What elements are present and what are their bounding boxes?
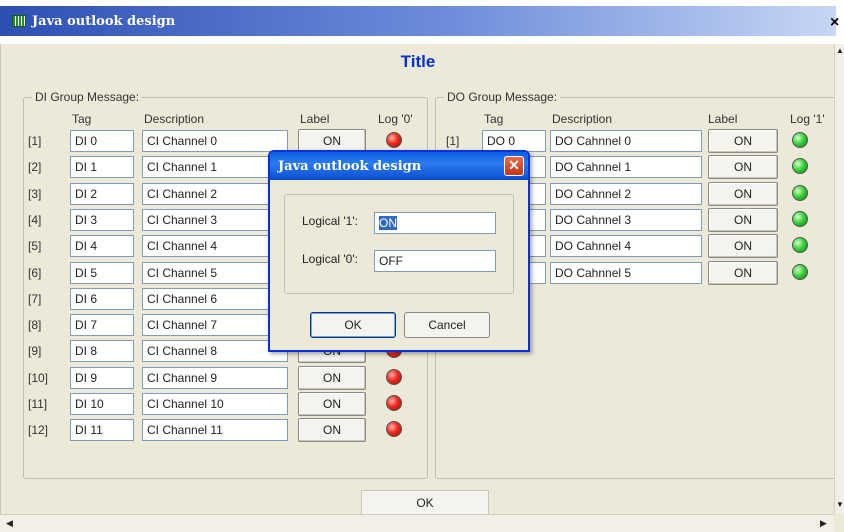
tag-field[interactable]: DI 3 [70,208,134,231]
scroll-up-icon[interactable]: ▲ [836,46,844,55]
description-field[interactable]: CI Channel 10 [142,393,288,415]
tag-field[interactable]: DI 7 [70,314,134,337]
tag-field[interactable]: DI 0 [70,130,134,152]
label-button[interactable]: ON [708,260,778,285]
red-led-icon [386,368,402,385]
description-field[interactable]: CI Channel 4 [142,235,288,258]
do-label-header: Label [708,112,738,126]
scroll-down-icon[interactable]: ▼ [836,500,844,509]
description-field[interactable]: DO Cahnnel 2 [550,182,702,205]
green-led-icon [792,210,808,227]
tag-field[interactable]: DI 10 [70,393,134,415]
label-button[interactable]: ON [298,418,366,443]
label-button[interactable]: ON [298,365,366,390]
tag-field[interactable]: DI 6 [70,287,134,310]
row-index: [4] [28,212,42,227]
label-button[interactable]: ON [708,234,778,259]
logical-0-label: Logical '0': [302,252,358,266]
row-index: [6] [28,265,42,280]
window-title: Java outlook design [32,14,176,29]
row-index: [3] [28,186,42,201]
description-field[interactable]: DO Cahnnel 5 [550,261,702,284]
description-field[interactable]: CI Channel 5 [142,261,288,284]
red-led-icon [386,395,402,411]
tag-field[interactable]: DI 4 [70,235,134,258]
tag-field[interactable]: DI 5 [70,261,134,284]
main-ok-button[interactable]: OK [361,490,489,516]
description-field[interactable]: DO Cahnnel 4 [550,235,702,258]
logical-0-input[interactable]: OFF [374,250,496,272]
window-titlebar: Java outlook design × [0,0,844,44]
vertical-scrollbar[interactable]: ▲ ▼ [834,44,844,514]
label-button[interactable]: ON [708,155,778,180]
row-index: [5] [28,239,42,254]
tag-field[interactable]: DI 1 [70,156,134,179]
row-index: [8] [28,318,42,333]
di-log-header: Log '0' [378,112,413,126]
logical-1-value: ON [379,216,397,230]
row-index: [2] [28,160,42,175]
tag-field[interactable]: DO 0 [482,130,546,152]
description-field[interactable]: CI Channel 11 [142,419,288,442]
green-led-icon [792,184,808,201]
description-field[interactable]: CI Channel 3 [142,208,288,231]
horizontal-scrollbar[interactable]: ◀ ▶ [0,514,834,532]
description-field[interactable]: DO Cahnnel 3 [550,208,702,231]
logical-1-label: Logical '1': [302,214,358,228]
row-index: [1] [28,134,42,148]
description-field[interactable]: CI Channel 6 [142,287,288,310]
green-led-icon [792,263,808,280]
row-index: [11] [28,397,48,411]
dialog-group-box [284,194,514,294]
di-description-header: Description [144,112,205,126]
description-field[interactable]: DO Cahnnel 1 [550,156,702,179]
scroll-left-icon[interactable]: ◀ [6,518,13,529]
di-tag-header: Tag [72,112,92,126]
description-field[interactable]: CI Channel 2 [142,182,288,205]
row-index: [12] [28,423,49,438]
do-description-header: Description [552,112,613,126]
close-icon[interactable]: × [830,14,839,32]
label-button[interactable]: ON [708,207,778,232]
scroll-right-icon[interactable]: ▶ [820,518,827,529]
do-group-legend: DO Group Message: [444,90,561,104]
dialog-titlebar: Java outlook design ✕ [270,152,528,180]
red-led-icon [386,132,402,148]
tag-field[interactable]: DI 8 [70,340,134,363]
label-button[interactable]: ON [708,129,778,153]
dialog-close-icon[interactable]: ✕ [504,156,524,176]
label-button[interactable]: ON [708,181,778,206]
dialog-cancel-button[interactable]: Cancel [404,312,490,338]
description-field[interactable]: DO Cahnnel 0 [550,130,702,152]
dialog-ok-button[interactable]: OK [310,312,396,338]
scrollbar-corner [834,514,844,532]
do-tag-header: Tag [484,112,504,126]
row-index: [7] [28,291,42,306]
page-title: Title [400,52,436,71]
green-led-icon [792,237,808,254]
logical-values-dialog: Java outlook design ✕ Logical '1': ON Lo… [268,150,530,352]
description-field[interactable]: CI Channel 8 [142,340,288,363]
di-label-header: Label [300,112,330,126]
tag-field[interactable]: DI 2 [70,182,134,205]
green-led-icon [792,132,808,148]
do-log-header: Log '1' [790,112,825,126]
tag-field[interactable]: DI 9 [70,366,134,389]
app-icon [12,15,26,27]
row-index: [1] [446,134,460,148]
row-index: [9] [28,344,42,359]
description-field[interactable]: CI Channel 7 [142,314,288,337]
di-group-legend: DI Group Message: [32,90,143,104]
label-button[interactable]: ON [298,392,366,416]
dialog-title: Java outlook design [278,159,422,174]
tag-field[interactable]: DI 11 [70,419,134,442]
description-field[interactable]: CI Channel 9 [142,366,288,389]
row-index: [10] [28,370,49,385]
green-led-icon [792,158,808,175]
red-led-icon [386,421,402,438]
logical-1-input[interactable]: ON [374,212,496,234]
description-field[interactable]: CI Channel 0 [142,130,288,152]
description-field[interactable]: CI Channel 1 [142,156,288,179]
